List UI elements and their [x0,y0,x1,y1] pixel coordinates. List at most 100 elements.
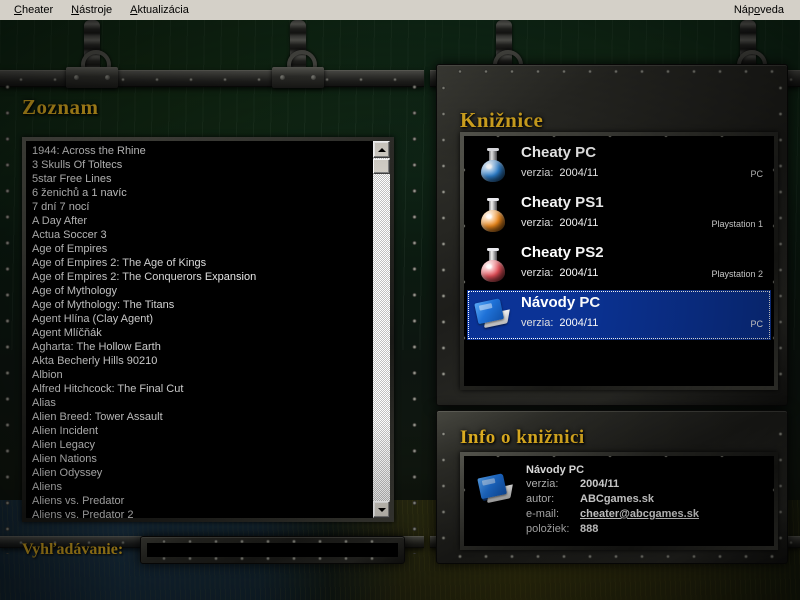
library-item-version-value: 2004/11 [559,317,599,329]
library-item-platform: Playstation 1 [711,219,763,229]
book-glyph [477,472,515,508]
menu-item-nastroje[interactable]: Nástroje [63,1,120,19]
list-item[interactable]: Actua Soccer 3 [30,228,373,242]
library-item-version: verzia: 2004/11 [521,167,599,179]
list-item[interactable]: Agent Mlíčňák [30,326,373,340]
flask-icon-red [471,243,515,287]
info-field-value: 2004/11 [580,478,620,490]
library-item-platform: Playstation 2 [711,269,763,279]
rivet-strip [777,75,784,395]
list-item[interactable]: A Day After [30,214,373,228]
libraries-list-box: Cheaty PC verzia: 2004/11 PC Cheaty PS1 verzi… [460,132,778,390]
flask-lip [487,198,499,201]
menu-accel-nastroje: N [71,4,80,16]
library-item[interactable]: Návody PC verzia: 2004/11 PC [467,290,771,340]
search-input[interactable] [147,543,398,557]
game-list-scrollbar[interactable] [373,141,390,518]
info-field: verzia: 2004/11 [526,477,768,492]
info-field-key: autor: [526,493,555,505]
list-item[interactable]: Aliens [30,480,373,494]
rivet-strip [440,75,447,395]
list-item[interactable]: Agharta: The Hollow Earth [30,340,373,354]
list-panel-title: Zoznam [22,95,99,119]
list-item[interactable]: Age of Mythology [30,284,373,298]
info-field: autor: ABCgames.sk [526,492,768,507]
libraries-list[interactable]: Cheaty PC verzia: 2004/11 PC Cheaty PS1 verzi… [464,140,774,340]
menu-label-nastroje: ástroje [79,4,113,16]
menu-accel-napoveda: o [754,4,761,16]
flask-bulb [481,210,505,232]
scroll-up-button[interactable] [373,141,390,158]
list-item[interactable]: Alien Legacy [30,438,373,452]
flask-glyph [480,248,506,282]
list-item[interactable]: 3 Skulls Of Toltecs [30,158,373,172]
list-item[interactable]: Albion [30,368,373,382]
list-item[interactable]: Age of Empires 2: The Conquerors Expansi… [30,270,373,284]
library-item[interactable]: Cheaty PS1 verzia: 2004/11 Playstation 1 [467,190,771,240]
flask-glint [486,214,492,219]
library-item[interactable]: Cheaty PS2 verzia: 2004/11 Playstation 2 [467,240,771,290]
library-item-version: verzia: 2004/11 [521,317,599,329]
scroll-down-button[interactable] [373,501,390,518]
library-item-name: Cheaty PC [521,144,597,161]
list-item[interactable]: Alias [30,396,373,410]
list-item[interactable]: Aliens vs. Predator 2 [30,508,373,518]
library-item-text: Cheaty PS2 verzia: 2004/11 Playstation 2 [515,243,771,287]
search-label: Vyhľadávanie: [22,541,124,558]
info-field-link[interactable]: cheater@abcgames.sk [580,507,699,522]
triangle-up-icon [377,147,386,152]
app-background: Zoznam 1944: Across the Rhine 3 Skulls Of… [0,20,800,600]
info-field-value: 888 [580,523,599,535]
info-field-key: e-mail: [526,508,560,520]
scrollbar-thumb[interactable] [373,159,390,174]
libraries-panel-title: Knižnice [460,108,544,132]
info-library-name: Návody PC [526,464,585,476]
rivet-strip [411,74,418,554]
flask-icon-blue [471,143,515,187]
list-item[interactable]: 1944: Across the Rhine [30,144,373,158]
list-item[interactable]: Alien Odyssey [30,466,373,480]
library-item-version: verzia: 2004/11 [521,267,599,279]
game-list[interactable]: 1944: Across the Rhine 3 Skulls Of Toltec… [26,141,373,518]
list-item[interactable]: Alien Breed: Tower Assault [30,410,373,424]
list-item[interactable]: Alien Incident [30,424,373,438]
book-glyph [474,297,512,333]
rivet-strip [4,74,11,554]
flask-lip [487,248,499,251]
list-item[interactable]: 7 dní 7 nocí [30,200,373,214]
info-panel-title: Info o knižnici [460,427,585,448]
flask-bulb [481,260,505,282]
menu-item-aktualizacia[interactable]: Aktualizácia [122,1,197,19]
library-item-platform: PC [750,169,763,179]
rivet-strip [772,462,774,540]
list-item[interactable]: Age of Empires [30,242,373,256]
list-item[interactable]: 5star Free Lines [30,172,373,186]
list-item[interactable]: Age of Mythology: The Titans [30,298,373,312]
menu-bar: Cheater Nástroje Aktualizácia Nápoveda [0,0,800,20]
info-panel-box: Návody PC verzia: 2004/11 autor: ABCgames.s… [460,452,778,550]
list-item[interactable]: Agent Hlína (Clay Agent) [30,312,373,326]
rivet-strip [470,456,768,458]
list-item[interactable]: Age of Empires 2: The Age of Kings [30,256,373,270]
library-item-text: Cheaty PS1 verzia: 2004/11 Playstation 1 [515,193,771,237]
flask-glyph [480,148,506,182]
info-field: položiek: 888 [526,522,768,537]
rivet-strip [440,421,447,553]
rivet-strip [470,136,768,138]
list-item[interactable]: Alfred Hitchcock: The Final Cut [30,382,373,396]
library-item-name: Návody PC [521,294,601,311]
flask-bulb [481,160,505,182]
flask-glint [486,164,492,169]
list-item[interactable]: Aliens vs. Predator [30,494,373,508]
list-item[interactable]: 6 ženichů a 1 navíc [30,186,373,200]
menu-item-napoveda[interactable]: Nápoveda [726,1,792,19]
info-rows: verzia: 2004/11 autor: ABCgames.sk e-mail: ch… [526,477,768,537]
list-item[interactable]: Alien Nations [30,452,373,466]
list-item[interactable]: Akta Becherly Hills 90210 [30,354,373,368]
book-icon-blue [474,468,518,512]
rivet-strip [447,553,777,560]
info-field-key: položiek: [526,523,570,535]
library-item[interactable]: Cheaty PC verzia: 2004/11 PC [467,140,771,190]
rivet-strip [777,421,784,553]
menu-item-cheater[interactable]: Cheater [6,1,61,19]
